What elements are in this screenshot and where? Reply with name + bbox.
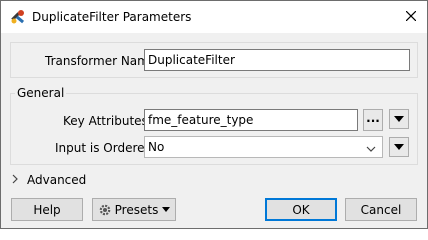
window-title: DuplicateFilter Parameters	[32, 10, 192, 24]
transformer-name-value: DuplicateFilter	[148, 53, 235, 67]
help-button[interactable]: Help	[11, 198, 83, 221]
presets-gear-icon	[98, 203, 112, 217]
transformer-name-input[interactable]: DuplicateFilter	[144, 49, 410, 71]
key-attributes-browse-button[interactable]: ...	[363, 109, 383, 131]
dropdown-triangle-icon	[162, 207, 171, 212]
help-label: Help	[33, 202, 61, 217]
key-attributes-menu-button[interactable]	[389, 109, 409, 129]
ok-label: OK	[292, 202, 310, 217]
transformer-icon	[10, 9, 26, 25]
input-ordered-value: No	[148, 140, 165, 154]
cancel-button[interactable]: Cancel	[345, 198, 417, 221]
cancel-label: Cancel	[360, 202, 402, 217]
presets-label: Presets	[114, 202, 159, 217]
advanced-expander[interactable]: Advanced	[11, 173, 86, 187]
presets-button[interactable]: Presets	[92, 198, 176, 221]
chevron-right-icon	[11, 173, 21, 187]
dropdown-triangle-icon	[394, 144, 404, 150]
close-button[interactable]	[395, 1, 427, 33]
general-legend: General	[15, 86, 67, 100]
ellipsis-label: ...	[366, 111, 380, 125]
input-ordered-menu-button[interactable]	[389, 137, 409, 157]
close-icon	[405, 10, 417, 24]
key-attributes-input[interactable]: fme_feature_type	[144, 109, 358, 131]
ok-button[interactable]: OK	[265, 198, 337, 221]
transformer-name-label: Transformer Name:	[45, 54, 161, 68]
key-attributes-value: fme_feature_type	[148, 113, 254, 127]
chevron-down-icon	[366, 142, 376, 156]
advanced-label: Advanced	[27, 173, 87, 187]
input-ordered-select[interactable]: No	[144, 136, 383, 158]
title-bar: DuplicateFilter Parameters	[1, 1, 427, 33]
parameters-dialog: DuplicateFilter Parameters Transformer N…	[0, 0, 428, 229]
input-ordered-label: Input is Ordered:	[55, 141, 157, 155]
key-attributes-label: Key Attributes:	[63, 114, 152, 128]
dropdown-triangle-icon	[394, 116, 404, 122]
